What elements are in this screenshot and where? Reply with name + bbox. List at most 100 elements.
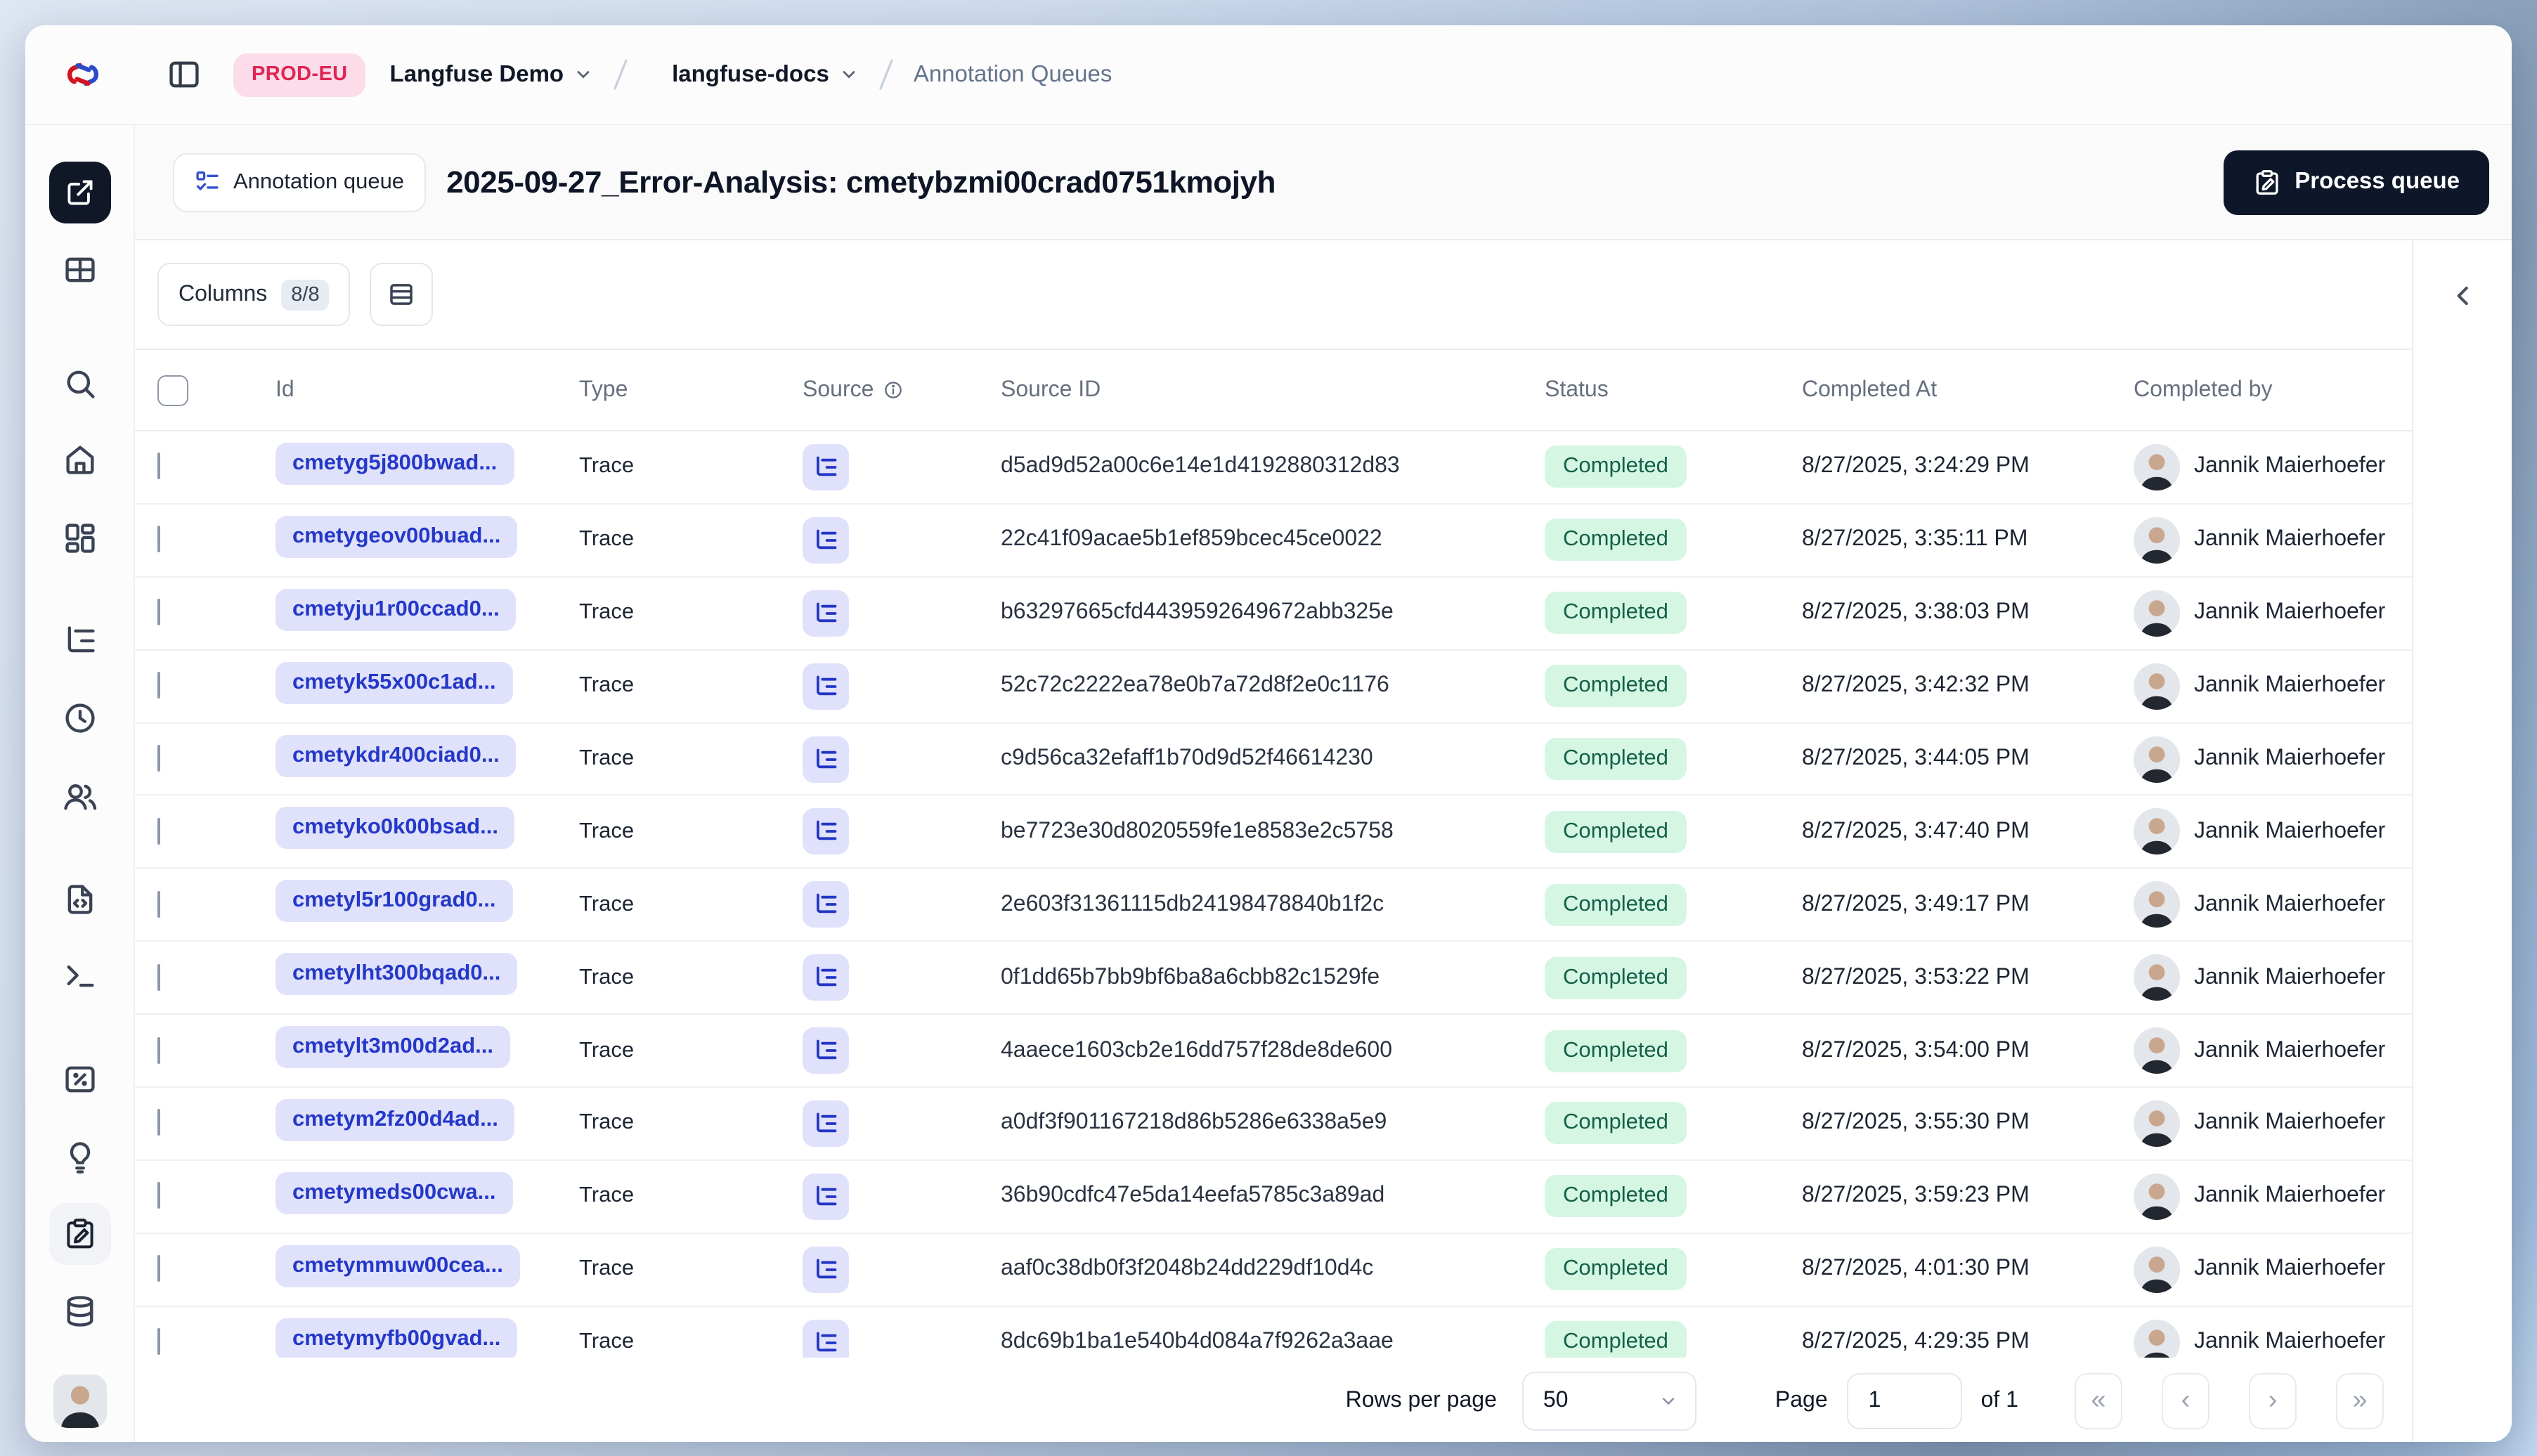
row-checkbox[interactable] (157, 1182, 160, 1209)
table-row[interactable]: cmetyg5j800bwad... Trace d5ad9d52a00c6e1… (135, 431, 2412, 505)
project-selector[interactable]: langfuse-docs (672, 61, 859, 88)
source-link[interactable] (803, 808, 849, 855)
row-checkbox[interactable] (157, 1328, 160, 1356)
row-id-pill[interactable]: cmetyk55x00c1ad... (275, 661, 513, 704)
org-selector[interactable]: Langfuse Demo (390, 61, 594, 88)
sidebar-item-insights[interactable] (61, 1138, 98, 1175)
page-title: 2025-09-27_Error-Analysis: cmetybzmi00cr… (446, 164, 1276, 199)
source-link[interactable] (803, 516, 849, 564)
table-row[interactable]: cmetym2fz00d4ad... Trace a0df3f901167218… (135, 1088, 2412, 1161)
row-checkbox[interactable] (157, 672, 160, 699)
row-source-id: 52c72c2222ea78e0b7a72d8f2e0c1176 (1001, 673, 1389, 698)
top-navigation-bar: PROD-EU Langfuse Demo langfuse-docs Anno… (25, 25, 2512, 125)
first-page-button[interactable]: « (2075, 1372, 2122, 1429)
list-tree-icon (817, 602, 837, 622)
row-checkbox[interactable] (157, 745, 160, 772)
table-row[interactable]: cmetymyfb00gvad... Trace 8dc69b1ba1e540b… (135, 1306, 2412, 1358)
last-page-button[interactable]: » (2336, 1372, 2384, 1429)
rows-per-page-select[interactable]: 50 (1521, 1371, 1696, 1430)
sidebar-item-prompts[interactable] (61, 881, 98, 918)
row-id-pill[interactable]: cmetymeds00cwa... (275, 1171, 513, 1214)
row-checkbox[interactable] (157, 1109, 160, 1136)
source-link[interactable] (803, 1027, 849, 1074)
percent-square-icon (65, 1066, 94, 1093)
source-link[interactable] (803, 663, 849, 710)
row-id-pill[interactable]: cmetylt3m00d2ad... (275, 1026, 511, 1069)
row-checkbox[interactable] (157, 453, 160, 480)
column-header-source-id[interactable]: Source ID (1001, 377, 1545, 403)
column-header-status[interactable]: Status (1545, 377, 1802, 403)
row-id-pill[interactable]: cmetyju1r00ccad0... (275, 588, 517, 631)
row-id-pill[interactable]: cmetylht300bqad0... (275, 953, 518, 996)
table-row[interactable]: cmetykdr400ciad0... Trace c9d56ca32efaff… (135, 723, 2412, 796)
source-link[interactable] (803, 443, 849, 490)
row-checkbox[interactable] (157, 890, 160, 918)
sidebar-item-users[interactable] (61, 779, 98, 815)
row-checkbox[interactable] (157, 526, 160, 553)
sidebar-item-search[interactable] (61, 365, 98, 402)
person-photo (53, 1374, 106, 1428)
source-link[interactable] (803, 1246, 849, 1293)
sidebar-item-evaluation[interactable] (61, 1061, 98, 1098)
table-row[interactable]: cmetyk55x00c1ad... Trace 52c72c2222ea78e… (135, 650, 2412, 724)
collapse-panel-button[interactable] (2439, 271, 2486, 319)
row-checkbox[interactable] (157, 1036, 160, 1064)
row-checkbox[interactable] (157, 1255, 160, 1282)
status-badge: Completed (1545, 665, 1687, 708)
sidebar-item-dashboards[interactable] (61, 520, 98, 557)
row-id-pill[interactable]: cmetymmuw00cea... (275, 1244, 520, 1287)
row-checkbox[interactable] (157, 599, 160, 626)
select-all-checkbox[interactable] (157, 375, 188, 405)
sidebar-item-playground[interactable] (61, 957, 98, 994)
source-link[interactable] (803, 736, 849, 782)
avatar (2134, 590, 2180, 637)
list-tree-icon (817, 675, 837, 695)
column-header-type[interactable]: Type (579, 377, 803, 403)
source-link[interactable] (803, 1319, 849, 1358)
source-link[interactable] (803, 590, 849, 637)
sidebar-item-home[interactable] (61, 441, 98, 478)
table-row[interactable]: cmetyko0k00bsad... Trace be7723e30d80205… (135, 796, 2412, 869)
table-row[interactable]: cmetylht300bqad0... Trace 0f1dd65b7bb9bf… (135, 942, 2412, 1015)
row-id-pill[interactable]: cmetyko0k00bsad... (275, 807, 515, 850)
next-page-button[interactable]: › (2249, 1372, 2297, 1429)
row-checkbox[interactable] (157, 963, 160, 991)
row-id-pill[interactable]: cmetymyfb00gvad... (275, 1318, 518, 1358)
page-number-input[interactable] (1847, 1372, 1963, 1429)
previous-page-button[interactable]: ‹ (2162, 1372, 2210, 1429)
column-header-completed-by[interactable]: Completed by (2134, 377, 2412, 403)
table-row[interactable]: cmetymeds00cwa... Trace 36b90cdfc47e5da1… (135, 1161, 2412, 1234)
column-header-source[interactable]: Source (803, 377, 1001, 403)
columns-button[interactable]: Columns 8/8 (157, 263, 351, 326)
rows-per-page-label: Rows per page (1345, 1388, 1497, 1412)
column-header-id[interactable]: Id (275, 377, 579, 403)
source-link[interactable] (803, 1173, 849, 1220)
row-id-pill[interactable]: cmetym2fz00d4ad... (275, 1098, 515, 1141)
row-id-pill[interactable]: cmetyg5j800bwad... (275, 442, 514, 485)
source-link[interactable] (803, 954, 849, 1001)
sidebar-item-sessions[interactable] (61, 700, 98, 736)
source-link[interactable] (803, 881, 849, 928)
table-row[interactable]: cmetylt3m00d2ad... Trace 4aaece1603cb2e1… (135, 1015, 2412, 1088)
row-checkbox[interactable] (157, 817, 160, 845)
user-avatar[interactable] (53, 1374, 106, 1428)
row-id-pill[interactable]: cmetykdr400ciad0... (275, 734, 517, 776)
table-row[interactable]: cmetymmuw00cea... Trace aaf0c38db0f3f204… (135, 1234, 2412, 1307)
sidebar-item-tables[interactable] (61, 252, 98, 288)
row-id-pill[interactable]: cmetygeov00buad... (275, 515, 518, 558)
table-row[interactable]: cmetygeov00buad... Trace 22c41f09acae5b1… (135, 505, 2412, 578)
sidebar-item-datasets[interactable] (61, 1293, 98, 1330)
sidebar-item-annotation-queues[interactable] (48, 1203, 110, 1265)
column-header-completed-at[interactable]: Completed At (1802, 377, 2134, 403)
source-link[interactable] (803, 1100, 849, 1147)
open-external-button[interactable] (48, 162, 110, 223)
row-height-button[interactable] (370, 263, 434, 326)
row-completed-at: 8/27/2025, 3:38:03 PM (1802, 600, 2030, 625)
row-type: Trace (579, 527, 635, 552)
process-queue-button[interactable]: Process queue (2223, 150, 2489, 214)
table-row[interactable]: cmetyju1r00ccad0... Trace b63297665cfd44… (135, 578, 2412, 651)
table-row[interactable]: cmetyl5r100grad0... Trace 2e603f31361115… (135, 869, 2412, 942)
sidebar-item-tracing[interactable] (61, 623, 98, 659)
row-id-pill[interactable]: cmetyl5r100grad0... (275, 880, 513, 923)
sidebar-toggle-button[interactable] (166, 56, 202, 93)
